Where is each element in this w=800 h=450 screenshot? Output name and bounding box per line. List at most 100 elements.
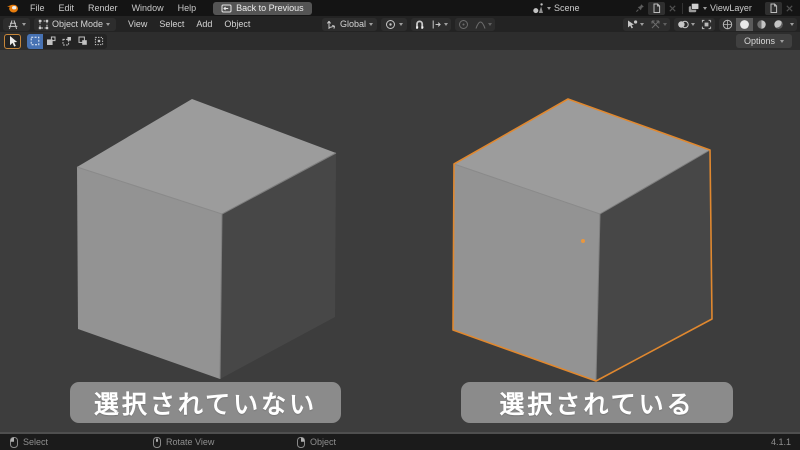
topbar: File Edit Render Window Help Back to Pre… [0, 0, 800, 16]
shading-material-button[interactable] [753, 18, 770, 31]
gizmo-icon [651, 20, 660, 28]
blender-logo-icon[interactable] [6, 2, 19, 14]
back-to-previous-button[interactable]: Back to Previous [213, 1, 312, 15]
shading-dropdown[interactable] [787, 18, 797, 31]
select-mode-set-button[interactable] [27, 33, 43, 49]
pin-icon[interactable] [635, 3, 645, 13]
remove-view-layer-icon[interactable] [785, 4, 794, 13]
scene-name-value[interactable]: Scene [554, 3, 632, 13]
left-mouse-icon [10, 436, 18, 448]
scene-icon [532, 2, 544, 14]
status-object-label: Object [310, 437, 337, 447]
snap-to-dropdown[interactable] [428, 18, 451, 31]
shading-wireframe-button[interactable] [719, 18, 736, 31]
axes-icon [326, 19, 337, 30]
proportional-edit-icon [459, 19, 469, 29]
active-tool-select-box-button[interactable] [4, 33, 21, 49]
selected-cube-label: 選択されている [461, 382, 733, 423]
chevron-down-icon [547, 6, 551, 10]
mode-dropdown[interactable]: Object Mode [34, 17, 117, 31]
menu-add[interactable]: Add [190, 16, 218, 32]
menu-view[interactable]: View [122, 16, 153, 32]
pivot-point-icon [385, 19, 396, 30]
menu-help[interactable]: Help [171, 0, 204, 16]
mode-dropdown-value: Object Mode [52, 19, 104, 29]
snapping-group [411, 17, 452, 31]
chevron-down-icon [663, 22, 667, 26]
menu-file[interactable]: File [23, 0, 52, 16]
select-mode-segment [27, 33, 107, 49]
viewport-3d[interactable]: 選択されていない 選択されている [0, 50, 800, 432]
orientation-value: Global [340, 19, 367, 29]
select-extend-icon [47, 36, 56, 45]
cursor-arrow-icon [10, 35, 18, 47]
select-mode-extend-button[interactable] [43, 34, 59, 49]
transform-snap-cluster: Global [322, 17, 496, 31]
view-layer-selector[interactable]: ViewLayer [688, 1, 794, 15]
topbar-separator [682, 2, 683, 14]
select-mode-intersect-button[interactable] [91, 34, 107, 49]
viewport-display-cluster [623, 17, 797, 31]
unselected-cube-label: 選択されていない [70, 382, 341, 423]
shading-rendered-button[interactable] [770, 18, 787, 31]
chevron-down-icon [488, 22, 493, 26]
options-button[interactable]: Options [735, 34, 792, 48]
select-mode-invert-button[interactable] [75, 34, 91, 49]
status-bar: Select Rotate View Object 4.1.1 [0, 434, 800, 450]
pivot-point-dropdown[interactable] [381, 17, 408, 31]
xray-toggle-button[interactable] [698, 18, 715, 31]
status-left-mouse-hint: Select [10, 434, 48, 450]
select-subtract-icon [62, 37, 71, 46]
view-layer-name-value[interactable]: ViewLayer [710, 3, 762, 13]
viewport-canvas[interactable] [0, 50, 800, 432]
show-object-types-dropdown[interactable] [623, 18, 647, 31]
overlays-dropdown[interactable] [674, 18, 698, 31]
xray-icon [701, 19, 712, 29]
chevron-down-icon [790, 22, 794, 26]
object-mode-icon [38, 19, 49, 30]
right-mouse-icon [297, 436, 305, 448]
editor-type-button[interactable] [3, 17, 30, 31]
select-mode-subtract-button[interactable] [59, 34, 75, 49]
options-button-label: Options [743, 36, 775, 46]
orientation-dropdown[interactable]: Global [322, 17, 378, 31]
status-rotate-view-label: Rotate View [166, 437, 215, 447]
gizmos-dropdown[interactable] [647, 18, 670, 31]
menu-edit[interactable]: Edit [52, 0, 82, 16]
menu-select[interactable]: Select [153, 16, 190, 32]
blender-window: File Edit Render Window Help Back to Pre… [0, 0, 800, 450]
proportional-falloff-dropdown[interactable] [472, 18, 495, 31]
chevron-down-icon [22, 22, 26, 26]
status-middle-mouse-hint: Rotate View [153, 434, 214, 450]
snap-toggle-button[interactable] [411, 18, 428, 31]
new-view-layer-button[interactable] [765, 1, 782, 15]
view-layer-icon [688, 2, 700, 14]
chevron-down-icon [444, 22, 449, 26]
solid-shading-icon [740, 19, 749, 29]
proportional-edit-group [455, 17, 496, 31]
menu-window[interactable]: Window [125, 0, 171, 16]
chevron-down-icon [703, 6, 707, 10]
status-select-label: Select [23, 437, 49, 447]
editor-type-icon [7, 19, 19, 30]
menu-render[interactable]: Render [81, 0, 125, 16]
magnet-icon [416, 20, 424, 29]
new-scene-button[interactable] [648, 1, 665, 15]
falloff-curve-icon [475, 20, 486, 29]
cube-unselected[interactable] [76, 99, 337, 380]
snap-to-icon [432, 20, 441, 28]
chevron-down-icon [106, 22, 111, 26]
cube-selected[interactable] [452, 98, 713, 382]
chevron-down-icon [399, 22, 404, 26]
tool-settings-bar: Options [0, 32, 800, 50]
menu-object[interactable]: Object [218, 16, 256, 32]
unlink-scene-icon[interactable] [668, 4, 677, 13]
shading-solid-button[interactable] [736, 17, 753, 31]
proportional-edit-toggle[interactable] [455, 18, 472, 31]
chevron-down-icon [691, 22, 695, 26]
viewport-menus: View Select Add Object [122, 16, 256, 32]
scene-selector[interactable]: Scene [532, 1, 677, 15]
chevron-down-icon [369, 22, 374, 26]
middle-mouse-icon [153, 436, 161, 448]
back-arrow-icon [221, 4, 232, 13]
